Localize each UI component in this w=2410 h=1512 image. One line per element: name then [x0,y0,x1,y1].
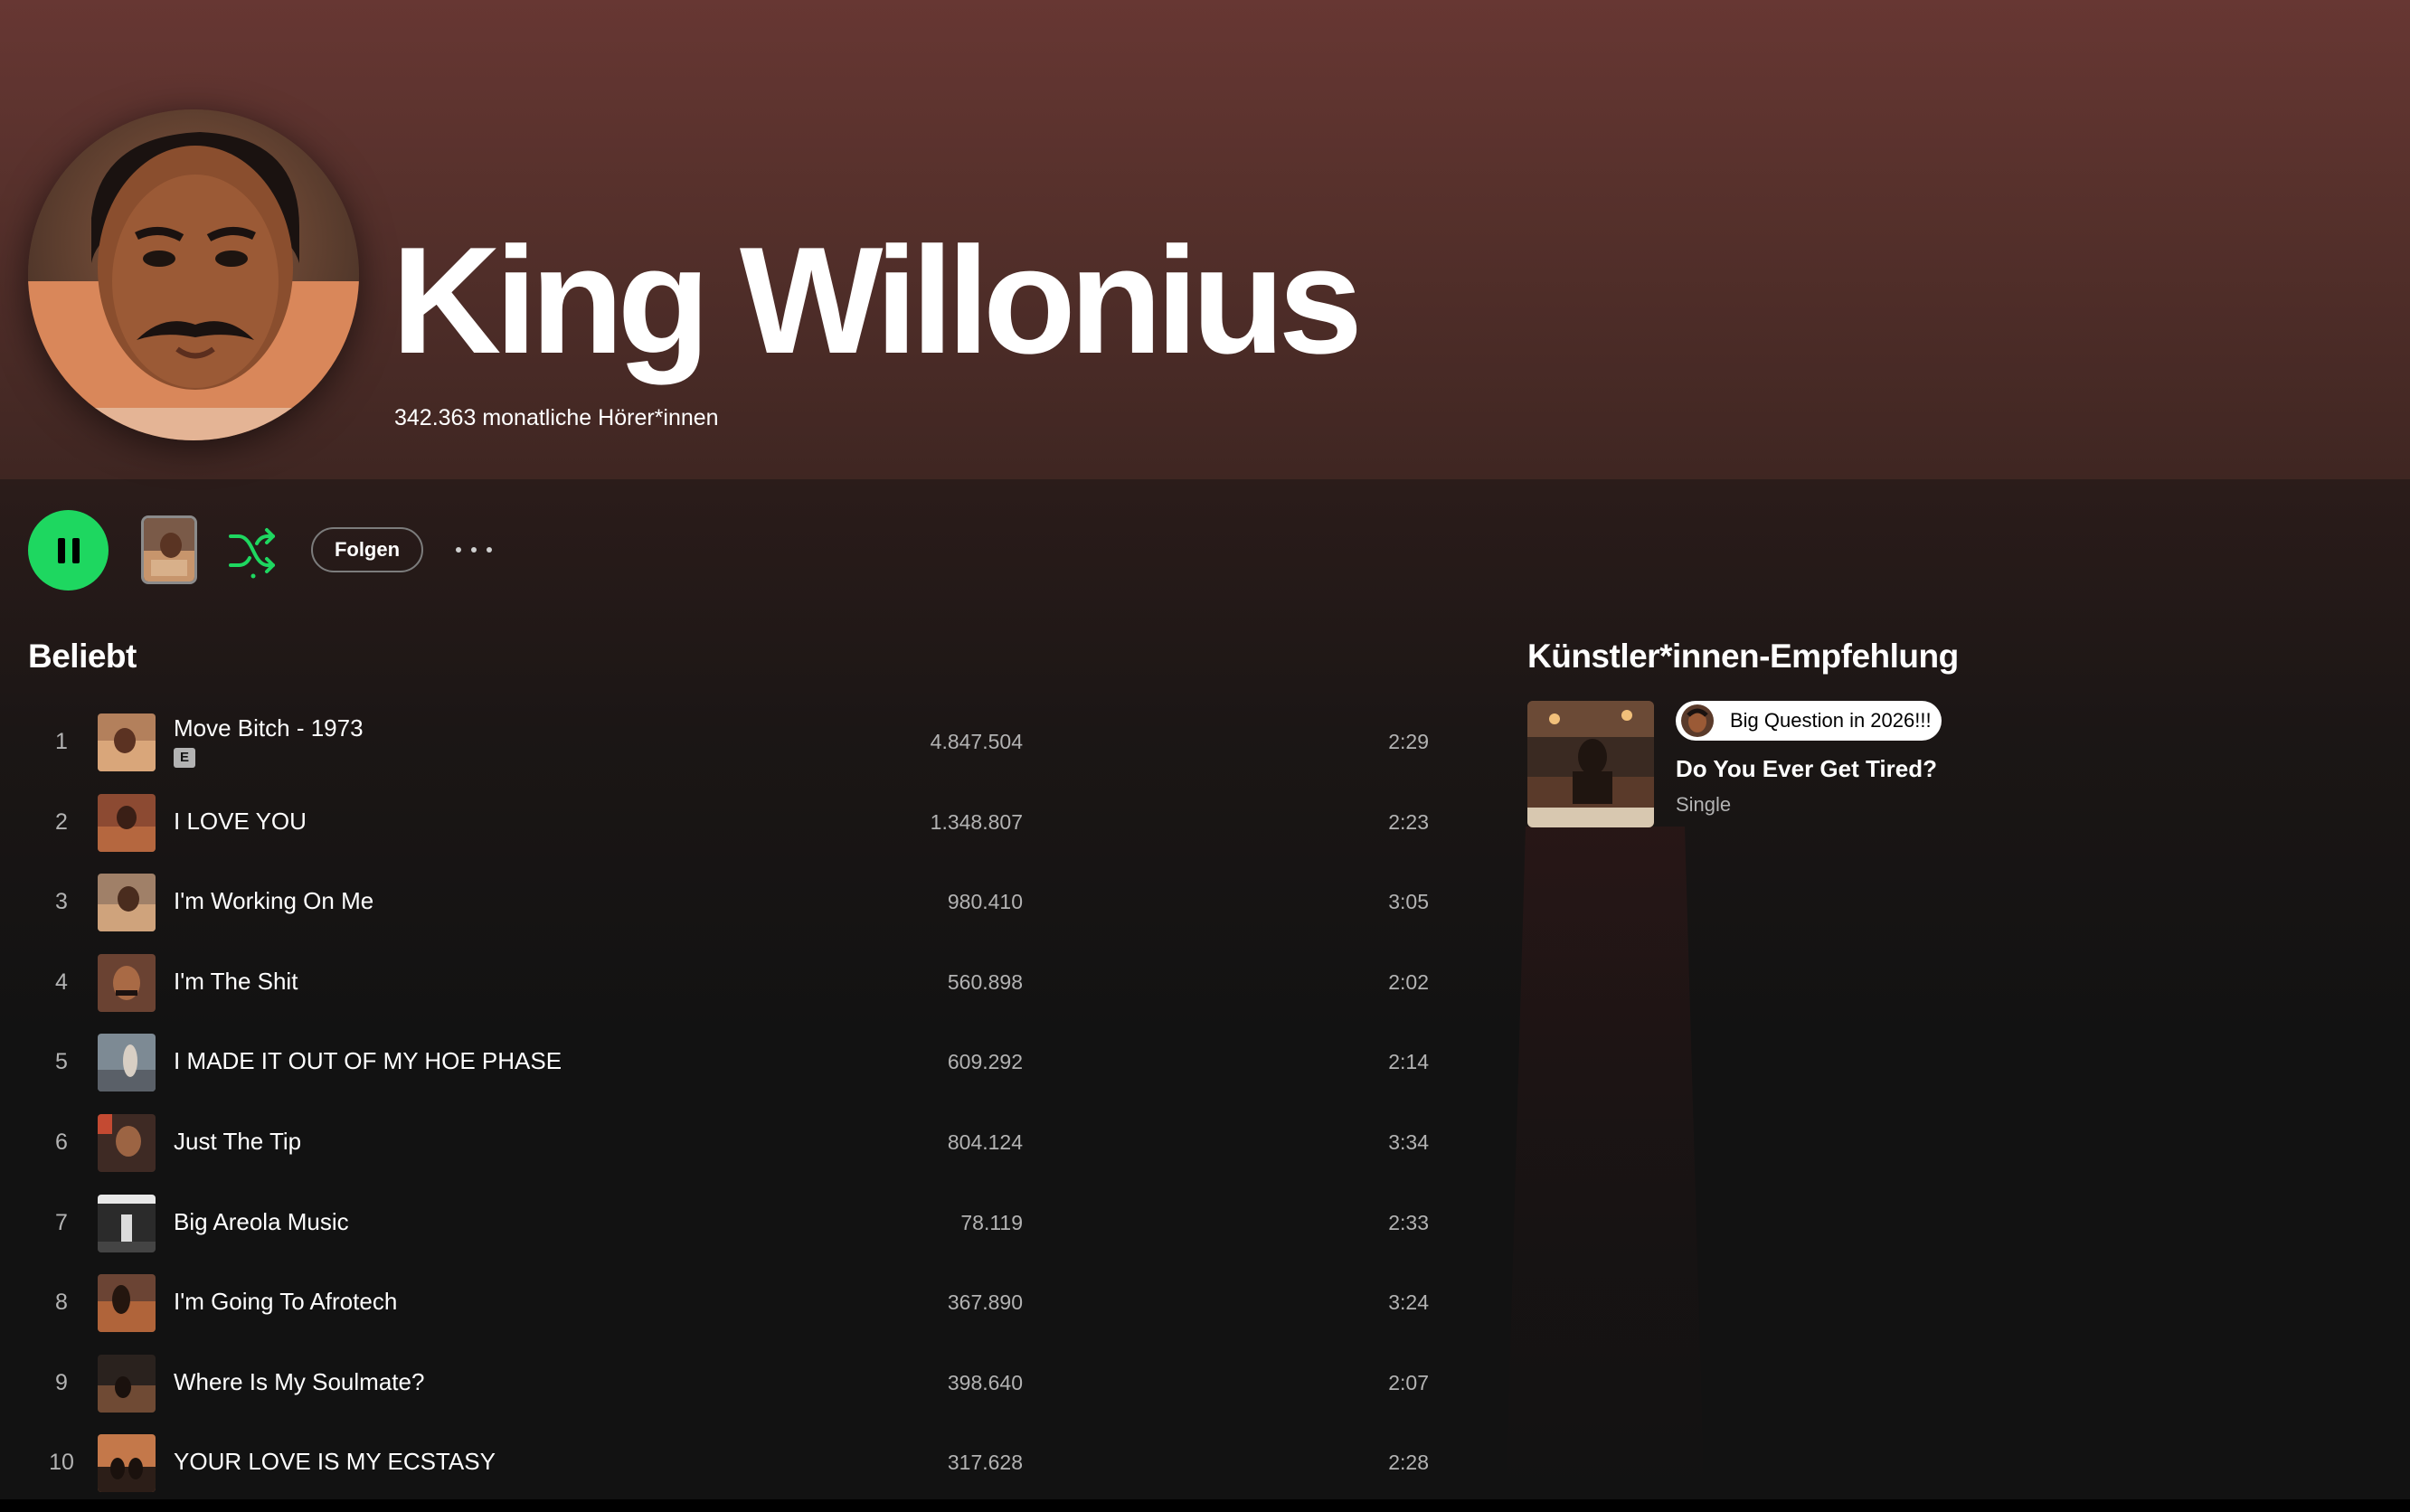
track-title[interactable]: Just The Tip [174,1128,301,1156]
follow-button[interactable]: Folgen [311,527,423,572]
track-rank: 9 [55,1369,68,1395]
recommendation-heading: Künstler*innen-Empfehlung [1527,638,1959,675]
track-plays: 1.348.807 [930,809,1023,834]
track-rank: 4 [55,969,68,995]
track-rank: 3 [55,889,68,915]
track-rank: 5 [55,1049,68,1075]
shuffle-icon [229,528,275,579]
track-cover [98,1434,156,1493]
track-plays: 560.898 [947,969,1023,994]
track-title[interactable]: I MADE IT OUT OF MY HOE PHASE [174,1047,562,1075]
artist-name: King Willonius [392,215,1363,385]
track-duration: 2:28 [1388,1451,1429,1475]
preview-thumbnail[interactable] [141,515,197,584]
track-plays: 804.124 [947,1129,1023,1154]
track-cover [98,1194,156,1252]
track-title[interactable]: I'm Going To Afrotech [174,1288,397,1316]
recommendation-glow [1506,827,1705,1507]
track-plays: 609.292 [947,1050,1023,1074]
pause-button[interactable] [28,510,109,591]
track-duration: 2:29 [1388,730,1429,753]
track-cover [98,793,156,852]
track-row[interactable]: 5 I MADE IT OUT OF MY HOE PHASE 609.292 … [0,1022,1465,1102]
track-title[interactable]: I LOVE YOU [174,808,307,836]
track-cover [98,1034,156,1092]
more-options-icon [456,547,492,553]
track-title[interactable]: YOUR LOVE IS MY ECSTASY [174,1448,496,1476]
track-row[interactable]: 8 I'm Going To Afrotech 367.890 3:24 [0,1262,1465,1343]
track-cover [98,874,156,932]
track-rank: 10 [49,1450,74,1476]
monthly-listeners: 342.363 monatliche Hörer*innen [394,405,719,430]
recommendation-cover[interactable] [1527,701,1654,827]
track-rank: 8 [55,1290,68,1316]
track-row[interactable]: 1 Move Bitch - 1973 E 4.847.504 2:29 [0,702,1465,782]
more-options-button[interactable] [456,535,503,564]
track-cover [98,953,156,1012]
track-cover [98,1113,156,1172]
track-plays: 980.410 [947,890,1023,914]
explicit-badge: E [174,748,195,768]
track-duration: 2:14 [1388,1050,1429,1074]
action-bar: Folgen [0,508,633,591]
track-plays: 317.628 [947,1451,1023,1475]
track-duration: 2:33 [1388,1210,1429,1234]
bottom-edge [0,1499,2410,1512]
track-plays: 398.640 [947,1370,1023,1394]
track-row[interactable]: 6 Just The Tip 804.124 3:34 [0,1102,1465,1183]
recommendation-type: Single [1676,793,1732,816]
track-cover [98,1274,156,1333]
track-title[interactable]: I'm The Shit [174,968,298,996]
track-rank: 7 [55,1209,68,1235]
track-row[interactable]: 2 I LOVE YOU 1.348.807 2:23 [0,782,1465,863]
track-duration: 3:05 [1388,890,1429,914]
track-rank: 6 [55,1129,68,1155]
track-row[interactable]: 9 Where Is My Soulmate? 398.640 2:07 [0,1343,1465,1423]
track-duration: 2:02 [1388,969,1429,994]
track-plays: 367.890 [947,1290,1023,1315]
track-cover [98,713,156,771]
track-plays: 4.847.504 [930,730,1023,753]
track-title[interactable]: Big Areola Music [174,1208,349,1236]
recommendation-title[interactable]: Do You Ever Get Tired? [1676,755,1937,783]
track-row[interactable]: 7 Big Areola Music 78.119 2:33 [0,1183,1465,1263]
track-row[interactable]: 3 I'm Working On Me 980.410 3:05 [0,862,1465,942]
track-duration: 2:07 [1388,1370,1429,1394]
track-duration: 2:23 [1388,809,1429,834]
track-duration: 3:24 [1388,1290,1429,1315]
recommendation-pill-label: Big Question in 2026!!! [1730,709,1932,732]
artist-avatar [28,109,359,440]
track-title[interactable]: Move Bitch - 1973 [174,714,364,742]
track-row[interactable]: 4 I'm The Shit 560.898 2:02 [0,942,1465,1023]
popular-heading: Beliebt [28,638,137,675]
track-title[interactable]: Where Is My Soulmate? [174,1368,424,1396]
popular-track-list: 1 Move Bitch - 1973 E 4.847.504 2:29 2 I… [0,702,1465,1503]
artist-mini-avatar [1681,704,1714,737]
track-row[interactable]: 10 YOUR LOVE IS MY ECSTASY 317.628 2:28 [0,1422,1465,1503]
track-cover [98,1354,156,1413]
track-rank: 2 [55,808,68,835]
pause-icon [54,537,83,563]
track-plays: 78.119 [960,1210,1023,1234]
shuffle-button[interactable] [226,524,280,580]
recommendation-pill[interactable]: Big Question in 2026!!! [1676,701,1942,741]
track-rank: 1 [55,729,68,754]
track-title[interactable]: I'm Working On Me [174,887,373,915]
track-duration: 3:34 [1388,1129,1429,1154]
